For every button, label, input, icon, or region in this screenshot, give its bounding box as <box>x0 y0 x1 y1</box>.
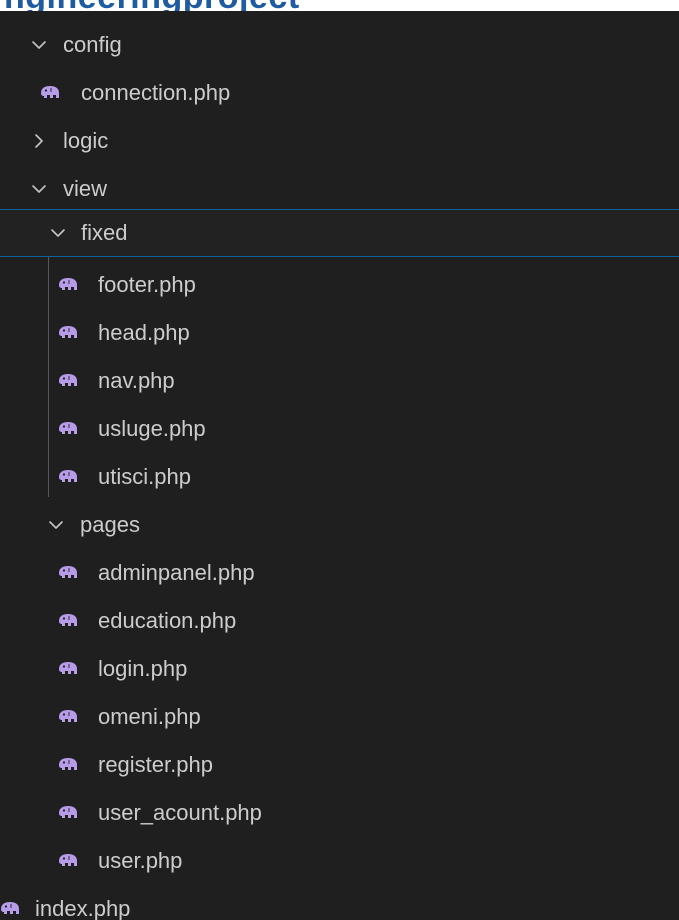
chevron-down-icon <box>31 179 47 199</box>
file-label: index.php <box>35 896 131 920</box>
file-label: nav.php <box>98 368 175 393</box>
php-elephant-icon <box>58 324 78 340</box>
tree-file-omeni[interactable]: omeni.php <box>0 694 679 742</box>
screenshot-frame: ngineeringproject config connection.php … <box>0 0 679 920</box>
cropped-heading-text: ngineeringproject <box>4 0 300 11</box>
folder-label: fixed <box>81 220 128 245</box>
tree-file-index[interactable]: index.php <box>0 886 679 920</box>
file-label: utisci.php <box>98 464 191 489</box>
cropped-heading: ngineeringproject <box>0 0 679 11</box>
tree-folder-pages[interactable]: pages <box>0 502 679 550</box>
tree-file-head[interactable]: head.php <box>0 310 679 358</box>
folder-label: view <box>63 176 108 201</box>
folder-label: config <box>63 32 122 57</box>
file-label: register.php <box>98 752 213 777</box>
tree-file-education[interactable]: education.php <box>0 598 679 646</box>
tree-file-register[interactable]: register.php <box>0 742 679 790</box>
folder-label: pages <box>80 512 140 537</box>
php-elephant-icon <box>58 852 78 868</box>
php-elephant-icon <box>58 804 78 820</box>
tree-file-footer[interactable]: footer.php <box>0 262 679 310</box>
php-elephant-icon <box>58 420 78 436</box>
tree-file-user[interactable]: user.php <box>0 838 679 886</box>
tree-folder-view[interactable]: view <box>0 166 679 214</box>
tree-file-nav[interactable]: nav.php <box>0 358 679 406</box>
file-label: adminpanel.php <box>98 560 255 585</box>
tree-file-adminpanel[interactable]: adminpanel.php <box>0 550 679 598</box>
tree-file-connection[interactable]: connection.php <box>0 70 679 118</box>
php-elephant-icon <box>58 372 78 388</box>
php-elephant-icon <box>0 900 20 916</box>
file-label: connection.php <box>81 80 231 105</box>
tree-file-utisci[interactable]: utisci.php <box>0 454 679 502</box>
file-label: login.php <box>98 656 188 681</box>
tree-folder-fixed[interactable]: fixed <box>0 209 679 257</box>
tree-file-user-acount[interactable]: user_acount.php <box>0 790 679 838</box>
tree-file-login[interactable]: login.php <box>0 646 679 694</box>
tree-folder-logic[interactable]: logic <box>0 118 679 166</box>
chevron-right-icon <box>31 131 47 151</box>
php-elephant-icon <box>58 756 78 772</box>
php-elephant-icon <box>58 468 78 484</box>
file-label: usluge.php <box>98 416 206 441</box>
file-explorer-tree: config connection.php logic view fixed f… <box>0 11 679 920</box>
tree-folder-config[interactable]: config <box>0 22 679 70</box>
php-elephant-icon <box>58 564 78 580</box>
php-elephant-icon <box>58 660 78 676</box>
folder-label: logic <box>63 128 109 153</box>
chevron-down-icon <box>48 515 64 535</box>
file-label: user.php <box>98 848 183 873</box>
file-label: head.php <box>98 320 190 345</box>
file-label: footer.php <box>98 272 196 297</box>
tree-file-usluge[interactable]: usluge.php <box>0 406 679 454</box>
file-label: omeni.php <box>98 704 201 729</box>
php-elephant-icon <box>58 276 78 292</box>
chevron-down-icon <box>50 223 66 243</box>
php-elephant-icon <box>58 708 78 724</box>
chevron-down-icon <box>31 35 47 55</box>
file-label: user_acount.php <box>98 800 262 825</box>
php-elephant-icon <box>40 84 60 100</box>
php-elephant-icon <box>58 612 78 628</box>
file-label: education.php <box>98 608 237 633</box>
